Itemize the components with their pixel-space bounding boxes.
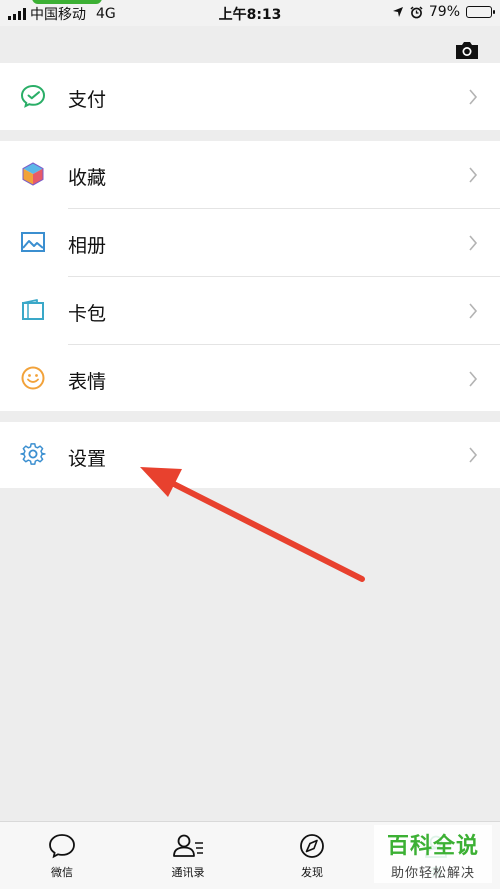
tab-chats-label: 微信 (51, 866, 73, 879)
chevron-right-icon (469, 303, 478, 319)
watermark-subtitle: 助你轻松解决 (390, 866, 475, 881)
chevron-right-icon (469, 89, 478, 105)
compass-icon (300, 834, 324, 858)
location-arrow-icon (392, 7, 403, 17)
chevron-right-icon (469, 167, 478, 183)
camera-icon[interactable] (454, 40, 480, 60)
menu-item-favorites[interactable]: 收藏 (0, 141, 500, 208)
cards-label: 卡包 (68, 303, 107, 325)
chevron-right-icon (469, 447, 478, 463)
watermark-title: 百科全说 (386, 834, 479, 859)
gear-icon (20, 443, 46, 465)
tab-contacts-label: 通讯录 (171, 866, 205, 879)
menu-group-tools: 收藏 相册 卡包 表情 (0, 141, 500, 411)
tab-discover-label: 发现 (301, 866, 323, 879)
battery-percent: 79% (428, 4, 460, 20)
menu-item-stickers[interactable]: 表情 (0, 345, 500, 411)
header-strip (0, 26, 500, 62)
pay-icon (20, 84, 46, 108)
album-label: 相册 (68, 235, 107, 257)
red-arrow-annotation (140, 467, 365, 582)
chat-bubble-icon (49, 834, 75, 859)
pay-label: 支付 (68, 89, 107, 111)
watermark: 百科全说 助你轻松解决 (374, 825, 492, 883)
favorites-cube-icon (22, 162, 44, 186)
contacts-icon (173, 834, 203, 857)
status-bar: 中国移动 4G 上午8:13 79% (0, 0, 500, 26)
menu-item-pay[interactable]: 支付 (0, 63, 500, 130)
settings-label: 设置 (68, 448, 107, 470)
chevron-right-icon (469, 235, 478, 251)
status-right: 79% (392, 4, 495, 20)
tab-discover[interactable]: 发现 (272, 832, 352, 880)
menu-item-album[interactable]: 相册 (0, 209, 500, 276)
tab-chats[interactable]: 微信 (22, 832, 102, 880)
stickers-label: 表情 (68, 371, 107, 393)
favorites-label: 收藏 (68, 167, 107, 189)
tab-contacts[interactable]: 通讯录 (148, 832, 228, 880)
card-wallet-icon (22, 299, 44, 320)
chevron-right-icon (469, 371, 478, 387)
battery-icon (466, 6, 495, 18)
alarm-icon (410, 5, 423, 18)
smiley-icon (21, 366, 45, 390)
album-icon (21, 232, 45, 252)
menu-item-cards[interactable]: 卡包 (0, 277, 500, 344)
